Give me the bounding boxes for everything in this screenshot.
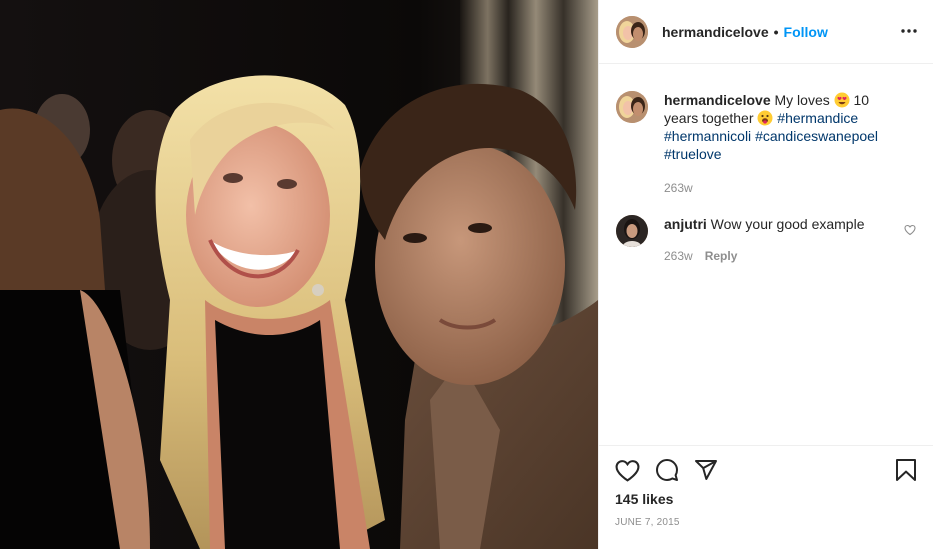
comment-like-icon[interactable] (904, 224, 916, 236)
comment-item: anjutri Wow your good example 263w Reply (616, 215, 916, 265)
caption-text-1: My loves (774, 92, 830, 108)
share-button[interactable] (693, 457, 719, 483)
hashtag-link[interactable]: #hermandice (777, 110, 858, 126)
more-options-button[interactable] (899, 21, 919, 41)
caption-meta: 263w (664, 179, 894, 197)
caption: hermandicelove My loves 10 years togethe… (616, 91, 916, 197)
heart-eyes-emoji-icon (834, 92, 850, 108)
post-side-panel: hermandicelove • Follow hermandicelove M… (598, 0, 933, 549)
caption-username[interactable]: hermandicelove (664, 92, 771, 108)
comment-username[interactable]: anjutri (664, 216, 707, 232)
share-icon (695, 460, 717, 480)
avatar[interactable] (616, 15, 648, 48)
comment-icon (656, 459, 678, 481)
avatar-image (616, 91, 648, 123)
avatar-image (616, 15, 648, 48)
post-date[interactable]: JUNE 7, 2015 (615, 517, 680, 528)
post-header: hermandicelove • Follow (599, 0, 933, 64)
bookmark-icon (896, 459, 916, 481)
post-photo[interactable] (0, 0, 598, 549)
avatar[interactable] (616, 91, 648, 123)
caption-time[interactable]: 263w (664, 179, 693, 197)
follow-button[interactable]: Follow (784, 24, 828, 40)
comment-body: anjutri Wow your good example 263w Reply (664, 215, 894, 265)
comment-text: Wow your good example (710, 216, 865, 232)
more-options-icon (901, 29, 917, 33)
like-button[interactable] (614, 457, 640, 483)
hashtag-link[interactable]: #candiceswanepoel (755, 128, 878, 144)
post-actions: 145 likes JUNE 7, 2015 (599, 445, 933, 549)
caption-body: hermandicelove My loves 10 years togethe… (664, 91, 894, 197)
avatar[interactable] (616, 215, 648, 247)
tongue-out-emoji-icon (757, 110, 773, 126)
avatar-image (616, 215, 648, 247)
header-separator: • (773, 23, 779, 40)
likes-count[interactable]: 145 likes (615, 491, 673, 507)
reply-button[interactable]: Reply (705, 247, 738, 265)
save-button[interactable] (893, 457, 919, 483)
comment-meta: 263w Reply (664, 247, 894, 265)
header-username[interactable]: hermandicelove (662, 24, 769, 40)
post-photo-image (0, 0, 598, 549)
hashtag-link[interactable]: #truelove (664, 146, 722, 162)
heart-icon (615, 459, 639, 482)
comment-button[interactable] (654, 457, 680, 483)
comment-time[interactable]: 263w (664, 247, 693, 265)
hashtag-link[interactable]: #hermannicoli (664, 128, 751, 144)
instagram-post: hermandicelove • Follow hermandicelove M… (0, 0, 933, 549)
